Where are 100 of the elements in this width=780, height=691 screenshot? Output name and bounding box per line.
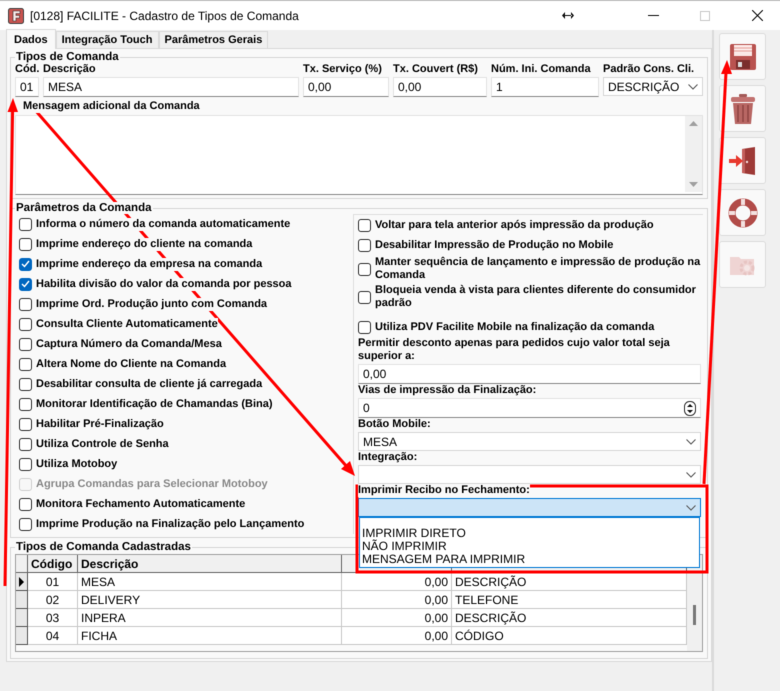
tab[interactable]: Dados <box>6 29 56 49</box>
row-pointer-icon <box>19 576 24 586</box>
checkbox[interactable] <box>19 318 32 330</box>
checkbox-label: Habilitar Pré-Finalização <box>36 418 164 430</box>
group-label: Parâmetros da Comanda <box>15 202 152 214</box>
field-label: Imprimir Recibo no Fechamento: <box>358 484 530 497</box>
checkbox-label: Imprime Ord. Produção junto com Comanda <box>36 298 268 310</box>
checkbox-label: Imprime endereço da empresa na comanda <box>36 258 262 270</box>
checkbox[interactable] <box>19 438 32 450</box>
text-field[interactable]: 1 <box>491 77 599 97</box>
table-cell: 0,00 <box>342 573 452 591</box>
door-arrow-icon <box>728 146 758 176</box>
dropdown-option[interactable]: IMPRIMIR DIRETO <box>360 527 466 540</box>
resize-arrow-icon <box>562 12 574 19</box>
checkbox[interactable] <box>19 238 32 250</box>
checkbox-label: Desabilitar Impressão de Produção no Mobile <box>375 238 614 252</box>
checkbox[interactable] <box>358 218 371 232</box>
checkbox[interactable] <box>19 258 32 270</box>
checkbox[interactable] <box>358 238 371 252</box>
checkbox[interactable] <box>19 418 32 430</box>
checkbox[interactable] <box>358 290 371 304</box>
checkbox-label: Monitora Fechamento Automaticamente <box>36 498 246 510</box>
group-label: Tipos de Comanda Cadastradas <box>15 541 192 553</box>
table-cell: DESCRIÇÃO <box>452 609 687 627</box>
dropdown-option[interactable]: MENSAGEM PARA IMPRIMIR <box>360 553 526 566</box>
caret-icon <box>686 438 696 444</box>
window-title: [0128] FACILITE - Cadastro de Tipos de Comanda <box>30 8 300 22</box>
checkbox-label: Voltar para tela anterior após impressão da produção <box>375 218 654 232</box>
text-field[interactable]: 0,00 <box>303 77 389 97</box>
checkbox[interactable] <box>358 262 371 276</box>
table-cell: CÓDIGO <box>452 627 687 645</box>
checkbox-label: Altera Nome do Cliente na Comanda <box>36 358 226 370</box>
checkbox[interactable] <box>358 320 371 334</box>
table-cell: 02 <box>28 591 78 609</box>
checkbox-label: Desabilitar consulta de cliente já carregada <box>36 378 262 390</box>
scrollbar[interactable] <box>685 116 702 192</box>
tab[interactable]: Integração Touch <box>56 31 158 48</box>
field-label: Vias de impressão da Finalização: <box>358 384 536 397</box>
caret-icon <box>686 472 696 478</box>
table-cell: 03 <box>28 609 78 627</box>
app-icon <box>8 8 24 24</box>
field-label: Tx. Couvert (R$) <box>393 63 478 76</box>
maximize-icon <box>700 10 710 20</box>
checkbox[interactable] <box>19 298 32 310</box>
save-button[interactable] <box>719 33 766 80</box>
text-field[interactable]: 0,00 <box>393 77 487 97</box>
group-label: Tipos de Comanda <box>15 51 120 63</box>
table-cell: DESCRIÇÃO <box>452 573 687 591</box>
table-cell: FICHA <box>78 627 342 645</box>
checkbox[interactable] <box>19 498 32 510</box>
table-cell: 0,00 <box>342 609 452 627</box>
minimize-icon <box>648 15 658 16</box>
field-label: Tx. Serviço (%) <box>303 63 382 76</box>
dropdown[interactable]: MESA <box>358 432 701 451</box>
checkbox-label: Agrupa Comandas para Selecionar Motoboy <box>36 478 268 490</box>
text-field[interactable]: 0,00 <box>358 364 701 384</box>
row-selector[interactable] <box>16 627 28 645</box>
checkbox-label: Utiliza Motoboy <box>36 458 118 470</box>
checkbox[interactable] <box>19 338 32 350</box>
row-selector[interactable] <box>16 609 28 627</box>
number-field[interactable]: 0 <box>358 398 701 418</box>
checkbox-label: Informa o número da comanda automaticamente <box>36 218 290 230</box>
checkbox[interactable] <box>19 518 32 530</box>
table-cell: DELIVERY <box>78 591 342 609</box>
field-label: Integração: <box>358 451 418 464</box>
text-field[interactable]: 01 <box>15 77 39 97</box>
dropdown-option[interactable]: NÃO IMPRIMIR <box>360 540 447 553</box>
help-button[interactable] <box>719 189 766 236</box>
table-cell: MESA <box>78 573 342 591</box>
text-field[interactable]: MESA <box>43 77 299 97</box>
dropdown[interactable]: DESCRIÇÃO <box>603 77 703 96</box>
spinner-icon[interactable] <box>684 400 696 416</box>
checkbox[interactable] <box>19 358 32 370</box>
check-icon <box>21 280 30 288</box>
checkbox-label: Imprime endereço do cliente na comanda <box>36 238 252 250</box>
checkbox-label: Captura Número da Comanda/Mesa <box>36 338 222 350</box>
trash-can-icon <box>728 92 756 124</box>
field-label: Descrição <box>43 63 96 76</box>
row-selector[interactable] <box>16 591 28 609</box>
table-cell: TELEFONE <box>452 591 687 609</box>
checkbox[interactable] <box>19 398 32 410</box>
checkbox-label: Consulta Cliente Automaticamente <box>36 318 218 330</box>
column-header[interactable]: Descrição <box>78 555 342 573</box>
checkbox-label: Utiliza PDV Facilite Mobile na finalização da comanda <box>375 320 654 334</box>
checkbox[interactable] <box>19 378 32 390</box>
table-cell: 04 <box>28 627 78 645</box>
exit-button[interactable] <box>719 137 766 184</box>
column-header[interactable]: Código <box>28 555 78 573</box>
checkbox-label: Utiliza Controle de Senha <box>36 438 169 450</box>
checkbox[interactable] <box>19 278 32 290</box>
lifebuoy-icon <box>728 198 758 228</box>
checkbox[interactable] <box>19 458 32 470</box>
tab[interactable]: Parâmetros Gerais <box>158 31 268 48</box>
check-icon <box>21 260 30 268</box>
table-cell: 01 <box>28 573 78 591</box>
close-icon <box>752 10 762 21</box>
delete-button[interactable] <box>719 85 766 132</box>
row-selector[interactable] <box>16 573 28 591</box>
table-cell: 0,00 <box>342 627 452 645</box>
checkbox[interactable] <box>19 218 32 230</box>
